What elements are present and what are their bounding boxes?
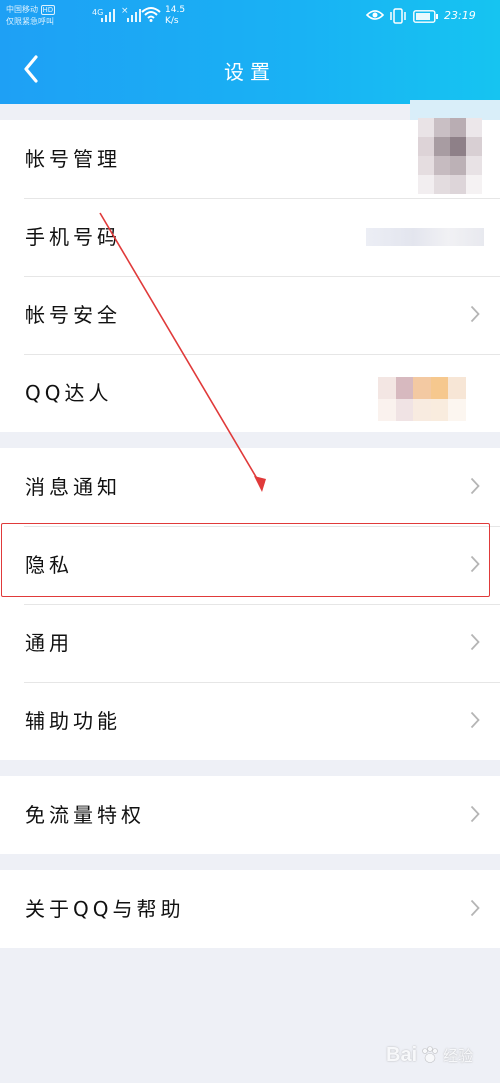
emergency-text: 仅限紧急呼叫	[6, 17, 54, 26]
watermark-sub: 经验	[443, 1046, 474, 1065]
clock: 23:19	[444, 9, 476, 22]
chevron-right-icon	[470, 899, 480, 917]
row-label: 帐号管理	[25, 147, 121, 171]
about-qq-help-row[interactable]: 关于QQ与帮助	[0, 870, 500, 948]
signal-icon	[101, 8, 115, 22]
wifi-icon	[141, 7, 161, 22]
vibrate-icon	[390, 8, 406, 24]
page-title: 设置	[224, 60, 276, 84]
row-label: 手机号码	[25, 225, 121, 249]
highlight-box	[1, 523, 490, 597]
blurred-phone-number	[366, 228, 484, 246]
signal-2-icon	[127, 8, 141, 22]
data-privilege-group: 免流量特权	[0, 776, 500, 854]
decorative-banner	[410, 100, 500, 120]
general-settings-group: 消息通知 隐私 通用 辅助功能	[0, 448, 500, 760]
net-speed: 14.5 K/s	[165, 5, 185, 27]
hd-badge: HD	[40, 5, 56, 15]
header-bar: 中国移动 HD 仅限紧急呼叫 4G × 14.5 K/s 23:19 设置	[0, 0, 500, 104]
accessibility-row[interactable]: 辅助功能	[0, 682, 500, 760]
row-label: 辅助功能	[25, 709, 121, 733]
general-row[interactable]: 通用	[0, 604, 500, 682]
baidu-jingyan-watermark: Bai 经验	[386, 1033, 496, 1077]
chevron-right-icon	[470, 305, 480, 323]
chevron-right-icon	[470, 805, 480, 823]
account-security-row[interactable]: 帐号安全	[0, 276, 500, 354]
row-label: 通用	[25, 631, 73, 655]
row-label: 消息通知	[25, 475, 121, 499]
row-label: QQ达人	[25, 381, 113, 405]
chevron-right-icon	[470, 711, 480, 729]
carrier-info: 中国移动 HD 仅限紧急呼叫	[6, 4, 56, 27]
chevron-right-icon	[470, 633, 480, 651]
carrier-name: 中国移动	[6, 5, 38, 14]
blurred-qq-expert-badges	[378, 377, 466, 421]
row-label: 关于QQ与帮助	[25, 897, 185, 921]
message-notification-row[interactable]: 消息通知	[0, 448, 500, 526]
blurred-avatar	[418, 118, 482, 194]
row-label: 免流量特权	[25, 803, 145, 827]
free-data-privilege-row[interactable]: 免流量特权	[0, 776, 500, 854]
about-group: 关于QQ与帮助	[0, 870, 500, 948]
row-label: 帐号安全	[25, 303, 121, 327]
eye-icon	[366, 10, 384, 20]
chevron-right-icon	[470, 477, 480, 495]
paw-icon	[422, 1046, 438, 1063]
net-speed-unit: K/s	[165, 16, 179, 26]
battery-icon	[413, 10, 438, 23]
net-speed-value: 14.5	[165, 5, 186, 15]
status-bar: 中国移动 HD 仅限紧急呼叫 4G × 14.5 K/s 23:19	[0, 0, 500, 36]
watermark-text: Bai	[386, 1043, 418, 1066]
